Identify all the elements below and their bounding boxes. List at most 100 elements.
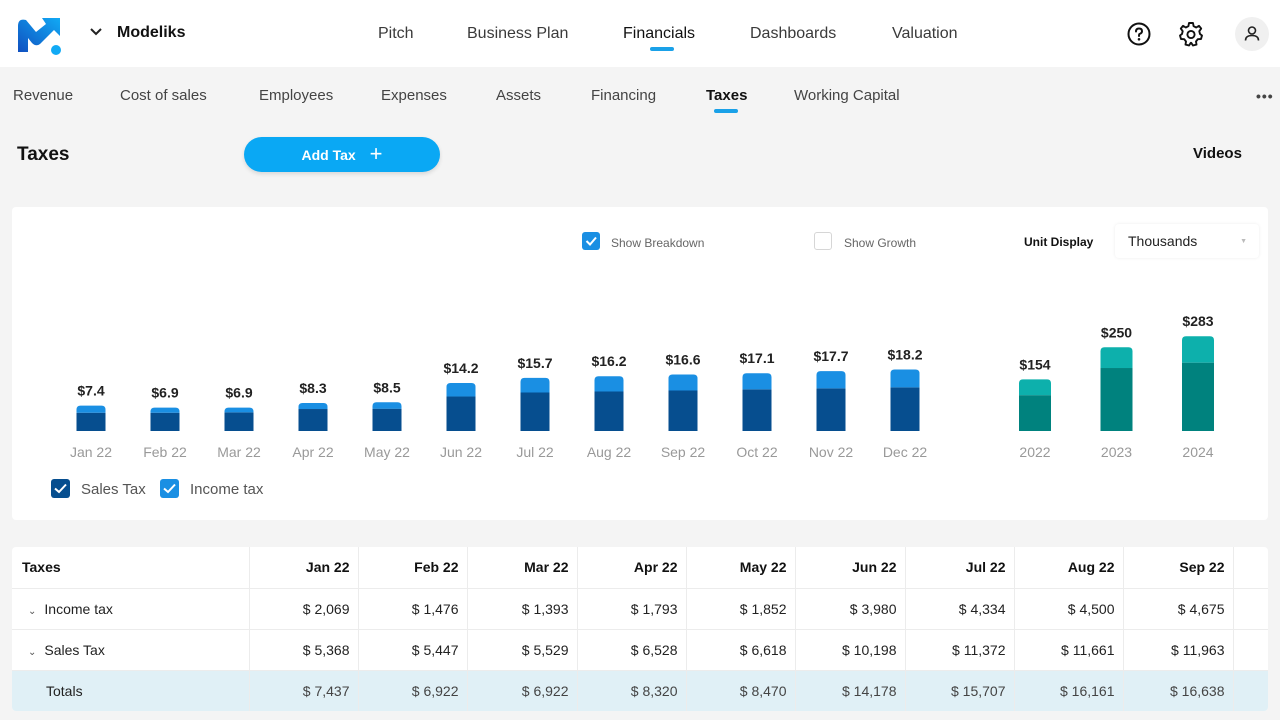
bar-group[interactable]: $17.1 Oct 22: [736, 350, 777, 460]
row-label-cell: Totals: [12, 670, 250, 711]
chevron-down-icon[interactable]: ⌄: [28, 606, 36, 617]
checkmark-icon: [54, 483, 67, 494]
column-header-taxes: Taxes: [12, 547, 250, 589]
x-tick-label: Mar 22: [217, 444, 261, 460]
company-name[interactable]: Modeliks: [117, 24, 185, 42]
bar-segment-income-tax[interactable]: [372, 402, 402, 409]
bar-segment-income-tax[interactable]: [594, 376, 624, 392]
x-tick-label: Nov 22: [809, 444, 854, 460]
bar-group[interactable]: $17.7 Nov 22: [809, 348, 854, 460]
value-cell[interactable]: $ 6,618: [686, 629, 796, 671]
value-cell[interactable]: $ 5,368: [249, 629, 359, 671]
bar-segment-sales-tax[interactable]: [446, 396, 476, 431]
bar-segment-income-tax[interactable]: [1019, 379, 1051, 396]
add-tax-button[interactable]: Add Tax +: [244, 137, 440, 172]
value-cell[interactable]: $ 4,500: [1014, 588, 1124, 630]
chevron-down-icon[interactable]: ⌄: [28, 647, 36, 658]
bar-segment-income-tax[interactable]: [520, 377, 550, 393]
value-cell[interactable]: $ 5,447: [358, 629, 468, 671]
bar-segment-sales-tax[interactable]: [816, 388, 846, 431]
bar-group[interactable]: $283 2024: [1182, 313, 1214, 460]
bar-segment-sales-tax[interactable]: [1182, 362, 1214, 431]
value-cell[interactable]: $ 10,198: [795, 629, 906, 671]
value-cell[interactable]: $ 11,372: [905, 629, 1015, 671]
value-cell[interactable]: $ 2,069: [249, 588, 359, 630]
nav-item-dashboards[interactable]: Dashboards: [750, 25, 836, 43]
bar-segment-income-tax[interactable]: [668, 374, 698, 391]
help-circle-icon[interactable]: [1127, 22, 1151, 46]
value-cell[interactable]: $ 4,334: [905, 588, 1015, 630]
bar-segment-income-tax[interactable]: [76, 405, 106, 413]
subnav-item-financing[interactable]: Financing: [591, 87, 656, 104]
bar-group[interactable]: $8.5 May 22: [364, 379, 410, 460]
bar-group[interactable]: $14.2 Jun 22: [440, 360, 482, 460]
value-cell[interactable]: $ 4,675: [1123, 588, 1234, 630]
bar-group[interactable]: $8.3 Apr 22: [292, 380, 333, 460]
bar-group[interactable]: $6.9 Feb 22: [143, 385, 187, 460]
subnav-item-taxes[interactable]: Taxes: [706, 87, 747, 104]
bar-group[interactable]: $16.6 Sep 22: [661, 352, 706, 460]
bar-segment-sales-tax[interactable]: [372, 408, 402, 431]
subnav-item-assets[interactable]: Assets: [496, 87, 541, 104]
more-options-icon[interactable]: •••: [1256, 88, 1274, 104]
bar-segment-sales-tax[interactable]: [520, 392, 550, 431]
bar-segment-income-tax[interactable]: [224, 407, 254, 413]
bar-segment-sales-tax[interactable]: [298, 409, 328, 431]
subnav-item-revenue[interactable]: Revenue: [13, 87, 73, 104]
legend-sales-tax-checkbox[interactable]: [51, 479, 70, 498]
subnav-item-working-capital[interactable]: Working Capital: [794, 87, 900, 104]
bar-segment-sales-tax[interactable]: [668, 390, 698, 431]
value-cell[interactable]: $ 3,980: [795, 588, 906, 630]
bar-group[interactable]: $7.4 Jan 22: [70, 383, 112, 460]
bar-segment-sales-tax[interactable]: [742, 389, 772, 431]
column-header-month: Jul 22: [905, 547, 1015, 589]
user-avatar-button[interactable]: [1235, 17, 1269, 51]
bar-segment-sales-tax[interactable]: [76, 412, 106, 431]
value-cell[interactable]: $ 1,852: [686, 588, 796, 630]
bar-group[interactable]: $154 2022: [1019, 356, 1051, 460]
bar-segment-sales-tax[interactable]: [594, 391, 624, 431]
row-label-cell[interactable]: ⌄ Income tax: [12, 588, 250, 630]
nav-item-pitch[interactable]: Pitch: [378, 25, 414, 43]
nav-item-valuation[interactable]: Valuation: [892, 25, 958, 43]
x-tick-label: 2022: [1019, 444, 1050, 460]
bar-segment-income-tax[interactable]: [742, 373, 772, 390]
bar-segment-income-tax[interactable]: [1100, 347, 1133, 369]
bar-group[interactable]: $15.7 Jul 22: [516, 355, 554, 460]
bar-segment-income-tax[interactable]: [890, 369, 920, 388]
nav-item-business-plan[interactable]: Business Plan: [467, 25, 568, 43]
value-cell[interactable]: $ 6,528: [577, 629, 687, 671]
chevron-down-icon[interactable]: [88, 24, 104, 40]
modeliks-logo[interactable]: [14, 12, 66, 56]
value-cell[interactable]: $ 11,963: [1123, 629, 1234, 671]
data-label: $250: [1101, 324, 1132, 340]
row-label-cell[interactable]: ⌄ Sales Tax: [12, 629, 250, 671]
gear-icon[interactable]: [1178, 21, 1204, 47]
bar-group[interactable]: $6.9 Mar 22: [217, 385, 261, 460]
bar-segment-income-tax[interactable]: [446, 383, 476, 397]
nav-item-financials[interactable]: Financials: [623, 25, 695, 43]
bar-segment-sales-tax[interactable]: [224, 412, 254, 431]
bar-segment-income-tax[interactable]: [816, 371, 846, 389]
value-cell[interactable]: $ 5,529: [467, 629, 578, 671]
bar-segment-sales-tax[interactable]: [1019, 395, 1051, 431]
value-cell[interactable]: $ 11,661: [1014, 629, 1124, 671]
subnav-item-employees[interactable]: Employees: [259, 87, 333, 104]
bar-group[interactable]: $250 2023: [1100, 324, 1133, 460]
value-cell[interactable]: $ 1,476: [358, 588, 468, 630]
bar-segment-sales-tax[interactable]: [890, 387, 920, 431]
bar-group[interactable]: $16.2 Aug 22: [587, 353, 632, 460]
bar-segment-income-tax[interactable]: [1182, 336, 1214, 363]
legend-income-tax-checkbox[interactable]: [160, 479, 179, 498]
videos-link[interactable]: Videos: [1193, 145, 1242, 162]
bar-segment-sales-tax[interactable]: [1100, 368, 1133, 431]
column-header-month: Feb 22: [358, 547, 468, 589]
bar-segment-sales-tax[interactable]: [150, 412, 180, 431]
value-cell[interactable]: $ 1,793: [577, 588, 687, 630]
subnav-item-expenses[interactable]: Expenses: [381, 87, 447, 104]
bar-segment-income-tax[interactable]: [298, 402, 328, 410]
bar-group[interactable]: $18.2 Dec 22: [883, 346, 928, 460]
subnav-item-cost-of-sales[interactable]: Cost of sales: [120, 87, 207, 104]
value-cell[interactable]: $ 1,393: [467, 588, 578, 630]
bar-segment-income-tax[interactable]: [150, 407, 180, 413]
